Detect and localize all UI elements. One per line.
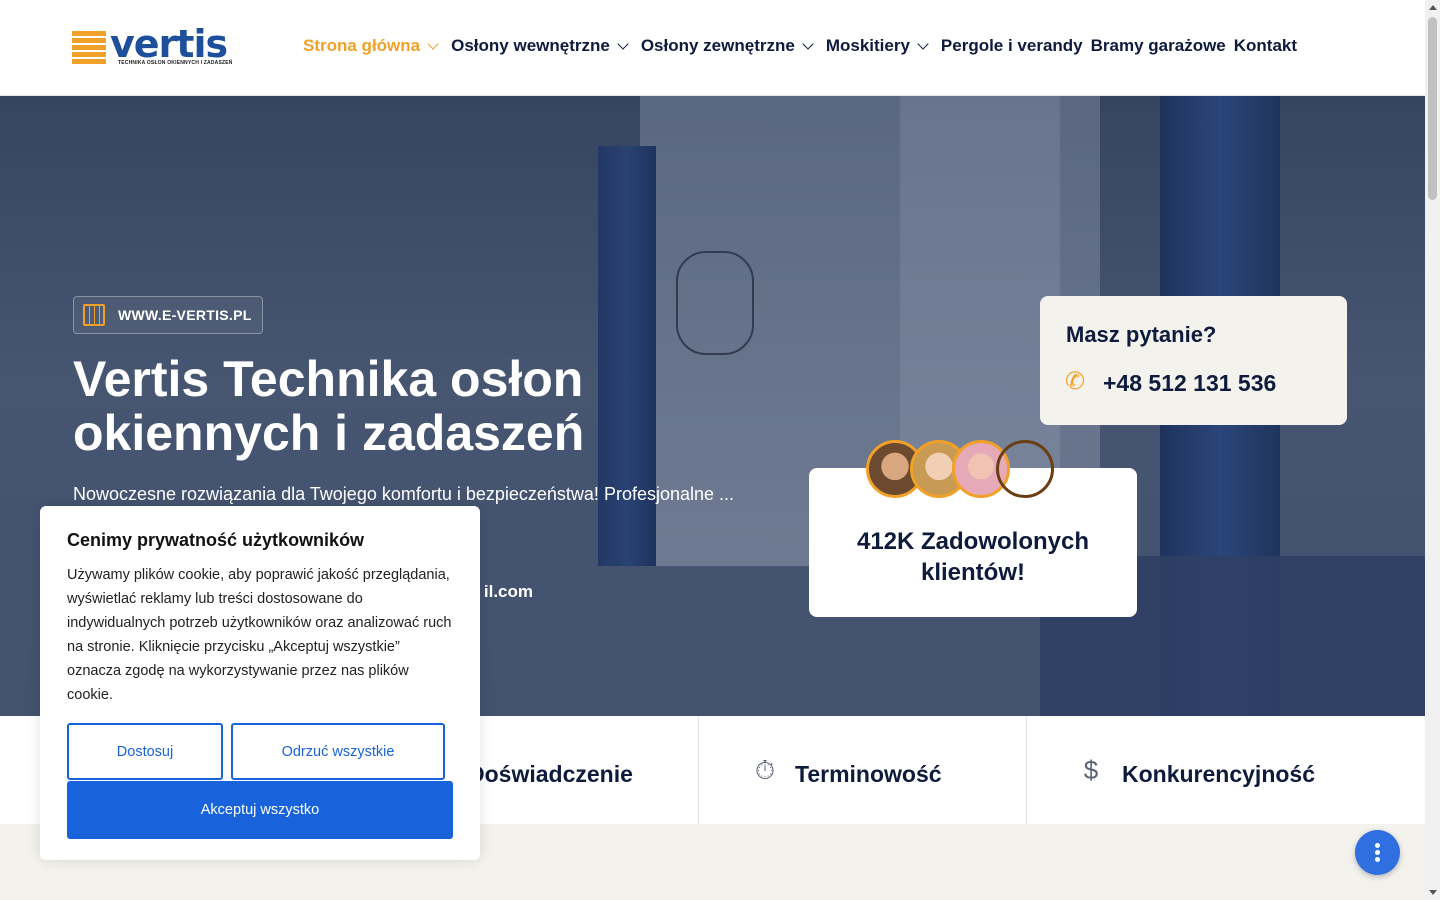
cookie-title: Cenimy prywatność użytkowników (67, 530, 365, 550)
site-header: vertis TECHNIKA OSŁON OKIENNYCH I ZADASZ… (0, 0, 1425, 96)
hero-title: Vertis Technika osłon okiennych i zadasz… (73, 351, 585, 461)
nav-item-label: Pergole i verandy (940, 36, 1083, 55)
chevron-down-icon (917, 38, 929, 50)
logo-blinds-icon (72, 31, 106, 65)
dot-icon (1375, 843, 1380, 848)
main-nav: Strona główna Osłony wewnętrzne Osłony z… (303, 36, 1305, 56)
customize-button[interactable]: Dostosuj (67, 723, 223, 780)
nav-item-oslony-zewnetrzne[interactable]: Osłony zewnętrzne (641, 36, 818, 56)
feature-label: Terminowość (795, 761, 942, 787)
money-hand-icon: $ (1083, 755, 1099, 785)
nav-item-label: Moskitiery (825, 36, 910, 55)
cookie-body: Używamy plików cookie, aby poprawić jako… (67, 567, 452, 703)
nav-item-kontakt[interactable]: Kontakt (1234, 36, 1297, 56)
dot-icon (1375, 857, 1380, 862)
phone-number-link[interactable]: +48 512 131 536 (1103, 370, 1276, 397)
logo-tagline: TECHNIKA OSŁON OKIENNYCH I ZADASZEŃ (118, 60, 233, 66)
scrollbar-thumb[interactable] (1428, 17, 1437, 200)
nav-item-label: Bramy garażowe (1090, 36, 1226, 55)
nav-item-label: Kontakt (1233, 36, 1298, 55)
vertical-scrollbar[interactable] (1425, 0, 1440, 900)
blinds-icon (83, 304, 105, 326)
chevron-down-icon (802, 38, 814, 50)
avatar-group (866, 440, 1066, 504)
nav-item-moskitiery[interactable]: Moskitiery (826, 36, 933, 56)
website-badge: WWW.E-VERTIS.PL (73, 296, 263, 334)
question-card: Masz pytanie? ✆ +48 512 131 536 (1040, 296, 1347, 425)
nav-item-pergole[interactable]: Pergole i verandy (941, 36, 1083, 56)
accept-all-button[interactable]: Akceptuj wszystko (67, 781, 453, 839)
dot-icon (1375, 850, 1380, 855)
cookie-consent-dialog: Cenimy prywatność użytkowników Używamy p… (40, 506, 480, 860)
chevron-down-icon (617, 38, 629, 50)
nav-item-oslony-wewnetrzne[interactable]: Osłony wewnętrzne (451, 36, 633, 56)
scroll-up-icon[interactable] (1429, 5, 1437, 10)
nav-item-label: Osłony wewnętrzne (451, 36, 610, 55)
nav-item-bramy[interactable]: Bramy garażowe (1091, 36, 1226, 56)
clients-card-text: 412K Zadowolonych klientów! (856, 528, 1090, 586)
avatar (996, 440, 1054, 498)
stopwatch-icon: ⏱ (754, 755, 776, 785)
question-card-title: Masz pytanie? (1066, 322, 1217, 347)
feature-label: Konkurencyjność (1122, 761, 1315, 787)
nav-item-label: Strona główna (303, 36, 421, 55)
feature-item-konkurencyjnosc: $ Konkurencyjność (1025, 716, 1425, 824)
nav-item-strona-glowna[interactable]: Strona główna (303, 36, 443, 56)
reject-all-button[interactable]: Odrzuć wszystkie (231, 723, 445, 780)
nav-item-label: Osłony zewnętrzne (640, 36, 795, 55)
feature-item-terminowosc: ⏱ Terminowość (698, 716, 1027, 824)
chevron-down-icon (427, 38, 439, 50)
scroll-down-icon[interactable] (1429, 890, 1437, 895)
more-options-button[interactable] (1355, 830, 1400, 875)
feature-label: Doświadczenie (468, 761, 633, 787)
logo[interactable]: vertis TECHNIKA OSŁON OKIENNYCH I ZADASZ… (72, 22, 233, 68)
website-badge-text: WWW.E-VERTIS.PL (118, 307, 252, 323)
phone-icon: ✆ (1065, 368, 1086, 395)
